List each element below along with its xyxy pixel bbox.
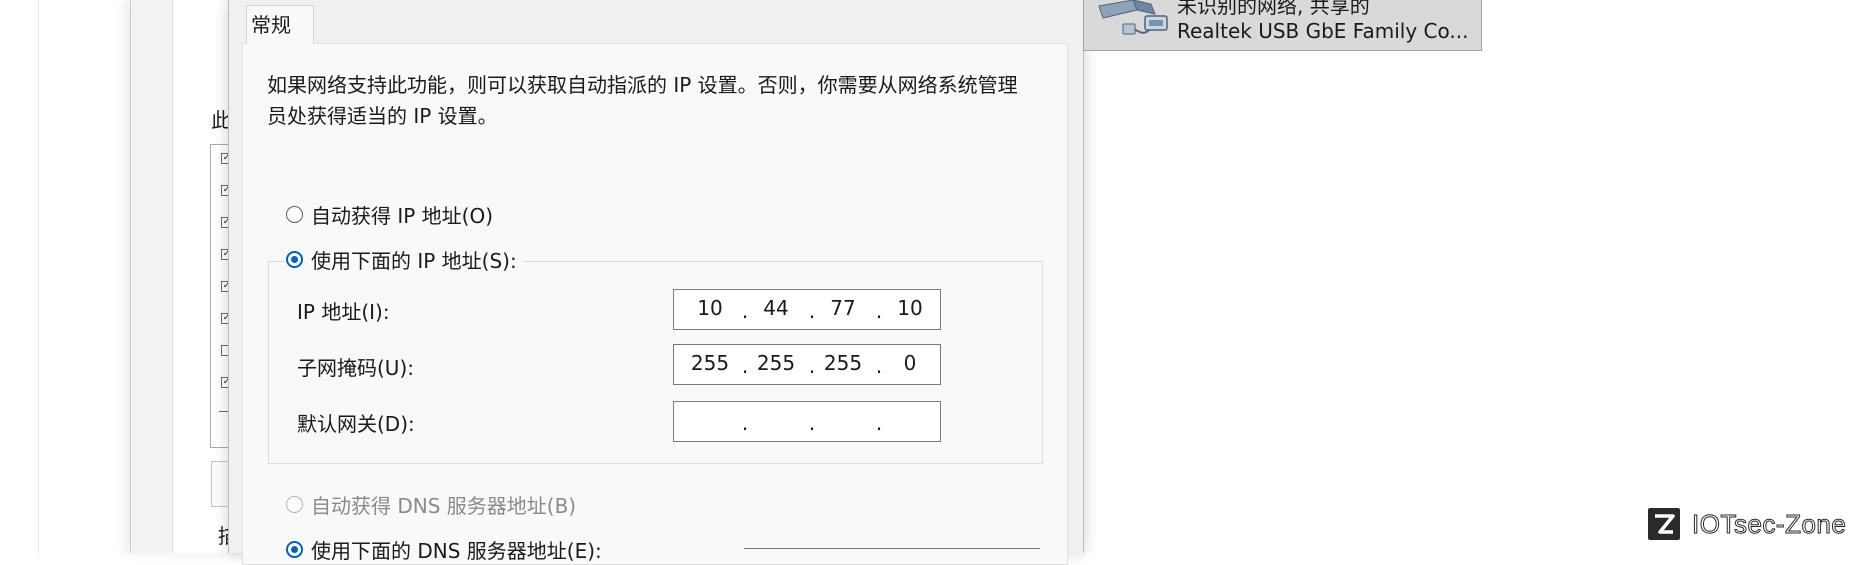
octet-separator: . bbox=[875, 299, 883, 323]
subnet-mask-field[interactable]: 255 . 255 . 255 . 0 bbox=[673, 344, 941, 385]
background-divider bbox=[38, 0, 39, 553]
mask-octet-4[interactable]: 0 bbox=[888, 345, 932, 384]
octet-separator: . bbox=[741, 299, 749, 323]
octet-separator: . bbox=[741, 411, 749, 435]
gateway-octet-2[interactable] bbox=[754, 402, 798, 441]
adapter-status: 未识别的网络, 共享的 bbox=[1177, 0, 1370, 18]
auto-ip-label: 自动获得 IP 地址(O) bbox=[311, 203, 494, 228]
gateway-octet-4[interactable] bbox=[888, 402, 932, 441]
ip-octet-4[interactable]: 10 bbox=[888, 290, 932, 329]
manual-dns-radio[interactable] bbox=[286, 540, 303, 558]
mask-octet-2[interactable]: 255 bbox=[754, 345, 798, 384]
auto-dns-label: 自动获得 DNS 服务器地址(B) bbox=[311, 493, 577, 518]
manual-dns-label: 使用下面的 DNS 服务器地址(E): bbox=[311, 538, 602, 563]
network-adapter-icon bbox=[1093, 0, 1173, 46]
manual-ip-radio[interactable] bbox=[286, 250, 303, 268]
ip-address-label: IP 地址(I): bbox=[297, 300, 390, 324]
default-gateway-label: 默认网关(D): bbox=[297, 412, 415, 436]
adapter-name: Realtek USB GbE Family Co... bbox=[1177, 19, 1469, 43]
octet-separator: . bbox=[808, 299, 816, 323]
gateway-octet-1[interactable] bbox=[688, 402, 732, 441]
ip-octet-1[interactable]: 10 bbox=[688, 290, 732, 329]
octet-separator: . bbox=[808, 354, 816, 378]
desktop-background bbox=[0, 0, 130, 553]
tab-general[interactable]: 常规 bbox=[246, 5, 314, 44]
octet-separator: . bbox=[741, 354, 749, 378]
mask-octet-1[interactable]: 255 bbox=[688, 345, 732, 384]
auto-dns-radio bbox=[286, 495, 303, 513]
ip-octet-3[interactable]: 77 bbox=[821, 290, 865, 329]
subnet-mask-label: 子网掩码(U): bbox=[297, 356, 414, 380]
ip-octet-2[interactable]: 44 bbox=[754, 290, 798, 329]
manual-ip-label: 使用下面的 IP 地址(S): bbox=[311, 248, 517, 273]
auto-dns-option: 自动获得 DNS 服务器地址(B) bbox=[286, 490, 576, 518]
auto-ip-option[interactable]: 自动获得 IP 地址(O) bbox=[286, 200, 493, 228]
octet-separator: . bbox=[875, 411, 883, 435]
watermark-text: IOTsec-Zone bbox=[1691, 508, 1847, 539]
watermark: IOTsec-Zone bbox=[1648, 508, 1846, 540]
auto-ip-radio[interactable] bbox=[286, 205, 303, 223]
watermark-logo-icon bbox=[1648, 508, 1680, 540]
dialog-description: 如果网络支持此功能，则可以获取自动指派的 IP 设置。否则，你需要从网络系统管理… bbox=[267, 73, 1018, 128]
mask-octet-3[interactable]: 255 bbox=[821, 345, 865, 384]
manual-ip-option[interactable]: 使用下面的 IP 地址(S): bbox=[286, 245, 523, 273]
gateway-octet-3[interactable] bbox=[821, 402, 865, 441]
octet-separator: . bbox=[875, 354, 883, 378]
ip-address-field[interactable]: 10 . 44 . 77 . 10 bbox=[673, 289, 941, 330]
octet-separator: . bbox=[808, 411, 816, 435]
manual-dns-option[interactable]: 使用下面的 DNS 服务器地址(E): bbox=[286, 535, 602, 563]
default-gateway-field[interactable]: . . . bbox=[673, 401, 941, 442]
